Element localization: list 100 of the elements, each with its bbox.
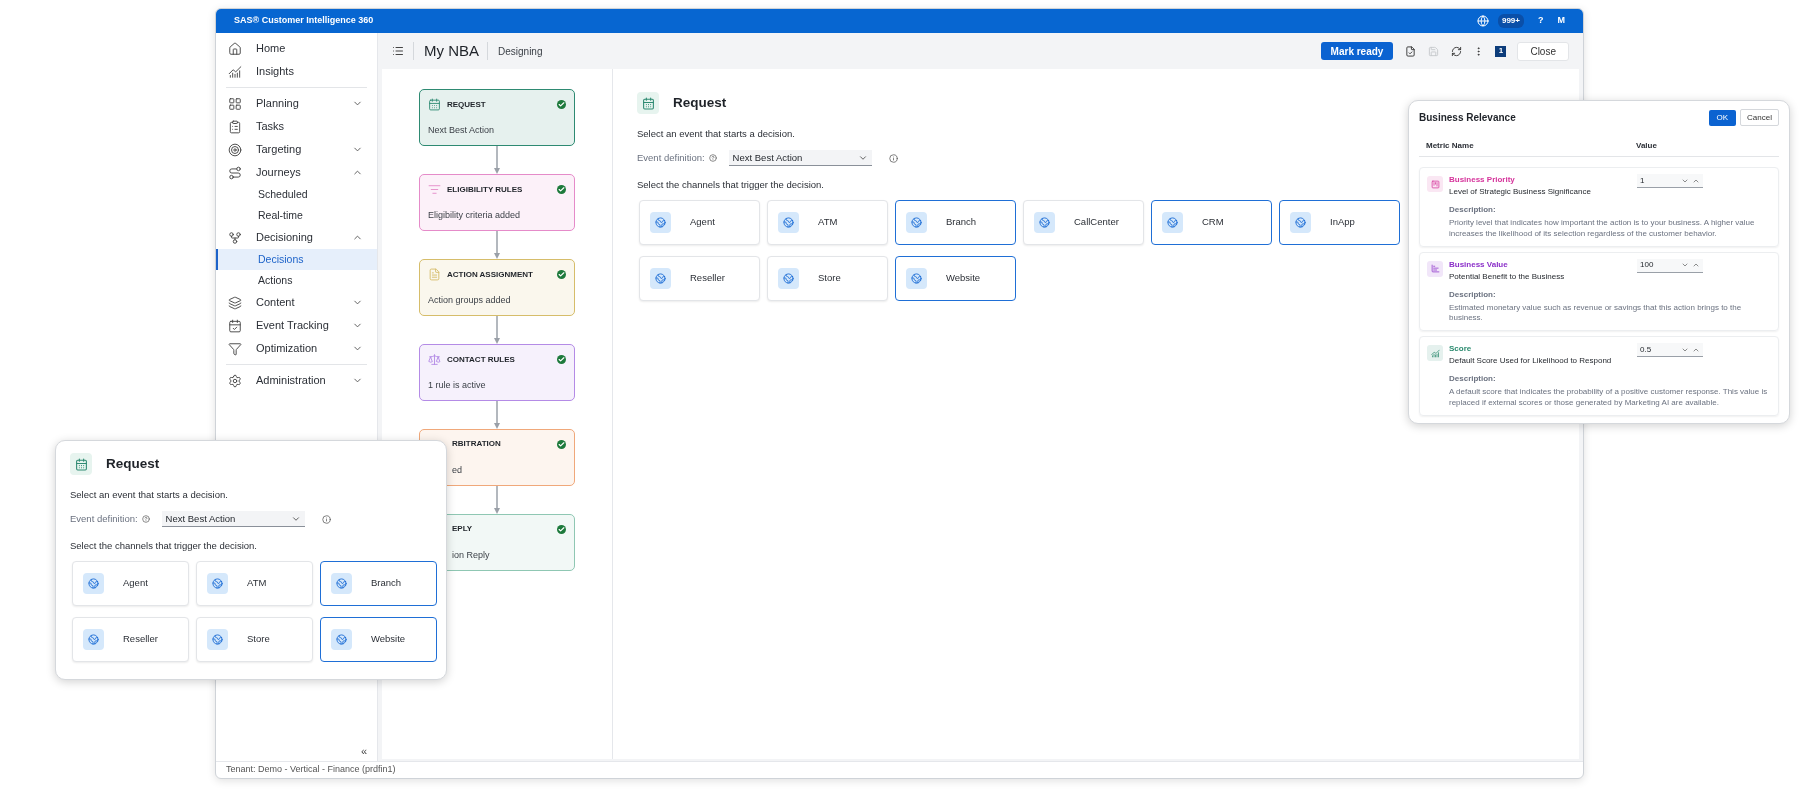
globe-icon [331, 572, 352, 594]
help-link[interactable]: ? [1538, 14, 1544, 28]
column-header: Metric Name [1426, 140, 1475, 152]
count-badge[interactable]: 1 [1495, 45, 1507, 57]
chart-icon [228, 64, 242, 79]
document-icon [428, 268, 441, 281]
sidebar-item[interactable]: Decisioning [216, 226, 377, 249]
event-dropdown[interactable]: Next Best Action [161, 511, 305, 528]
globe-icon[interactable] [1476, 15, 1489, 27]
globe-icon [650, 267, 671, 289]
sidebar-subitem[interactable]: Scheduled [216, 184, 377, 205]
calendar-icon [228, 318, 242, 333]
channel-card[interactable]: Store [196, 616, 313, 662]
globe-icon [207, 572, 228, 594]
sidebar-item[interactable]: Home [216, 37, 377, 60]
sidebar-item[interactable]: Planning [216, 92, 377, 115]
flow-node[interactable]: REQUEST Next Best Action [419, 89, 575, 146]
sidebar-subitem[interactable]: Decisions [216, 249, 377, 270]
channel-card[interactable]: Store [767, 255, 888, 301]
sidebar-item[interactable]: Journeys [216, 161, 377, 184]
sidebar-subitem[interactable]: Real-time [216, 205, 377, 226]
sidebar-subitem[interactable]: Actions [216, 270, 377, 291]
channel-card[interactable]: Reseller [639, 255, 760, 301]
instruction-text: Select an event that starts a decision. [637, 127, 795, 141]
channel-card[interactable]: InApp [1279, 199, 1400, 245]
sidebar-item[interactable]: Administration [216, 369, 377, 392]
page-title: My NBA [424, 40, 479, 61]
description-label: Description: [1449, 204, 1496, 216]
sidebar-item[interactable]: Targeting [216, 138, 377, 161]
calendar-icon [637, 92, 659, 114]
node-subtitle: Action groups added [428, 293, 512, 307]
mark-ready-button[interactable]: Mark ready [1320, 42, 1394, 60]
globe-icon [331, 628, 352, 650]
channel-card[interactable]: ATM [767, 199, 888, 245]
description-label: Description: [1449, 373, 1496, 386]
connector-arrow [493, 401, 501, 429]
node-title: ACTION ASSIGNMENT [447, 268, 534, 281]
info-icon[interactable] [888, 153, 898, 163]
node-subtitle: ed [451, 463, 463, 477]
grid-icon [228, 96, 242, 111]
channel-card[interactable]: Website [320, 616, 437, 662]
value-spinner[interactable]: 100 [1637, 258, 1703, 273]
ok-button[interactable]: OK [1708, 109, 1737, 126]
settings-icon [228, 373, 242, 388]
tenant-text: Tenant: Demo - Vertical - Finance (prdfin1) [226, 763, 396, 777]
flow-node[interactable]: CONTACT RULES 1 rule is active [419, 344, 575, 401]
route-icon [228, 165, 242, 180]
channel-card[interactable]: CRM [1151, 199, 1272, 245]
panel-title: Request [106, 454, 160, 473]
sidebar-item[interactable]: Event Tracking [216, 314, 377, 337]
connector-arrow [493, 146, 501, 174]
info-icon[interactable] [321, 514, 331, 524]
help-icon[interactable] [708, 154, 717, 163]
channel-card[interactable]: ATM [196, 560, 313, 606]
user-menu[interactable]: M [1557, 14, 1565, 28]
globe-icon [906, 211, 927, 233]
metric-category: Business Priority [1449, 174, 1515, 186]
metric-name: Potential Benefit to the Business [1449, 270, 1565, 283]
channel-card[interactable]: Website [895, 255, 1016, 301]
channel-card[interactable]: Agent [639, 199, 760, 245]
channel-card[interactable]: Branch [895, 199, 1016, 245]
cancel-button[interactable]: Cancel [1740, 109, 1779, 126]
channel-card[interactable]: Reseller [72, 616, 189, 662]
close-button[interactable]: Close [1517, 41, 1569, 61]
list-icon[interactable] [392, 45, 404, 57]
channel-card[interactable]: Agent [72, 560, 189, 606]
globe-icon [906, 267, 927, 289]
filter-list-icon [428, 183, 441, 196]
document-check-icon[interactable] [1405, 45, 1417, 57]
value-spinner[interactable]: 0.5 [1637, 343, 1703, 358]
globe-icon [83, 572, 104, 594]
sidebar-item[interactable]: Content [216, 291, 377, 314]
notification-count[interactable]: 999+ [1497, 14, 1524, 28]
globe-icon [1034, 211, 1055, 233]
description-text: A default score that indicates the probability of a positive customer response. This value is replaced if external scores or those generated by Marketing AI are available. [1449, 387, 1769, 409]
description-label: Description: [1449, 288, 1496, 301]
fork-icon [228, 230, 242, 245]
connector-arrow [493, 316, 501, 344]
refresh-icon[interactable] [1451, 45, 1463, 57]
help-icon[interactable] [141, 515, 150, 524]
field-label: Event definition: [70, 512, 138, 527]
chart-icon [1427, 345, 1443, 362]
description-text: Estimated monetary value such as revenue or savings that this action brings to the business. [1449, 302, 1743, 325]
flow-node[interactable]: ACTION ASSIGNMENT Action groups added [419, 259, 575, 316]
flow-node[interactable]: ELIGIBILITY RULES Eligibility criteria added [419, 174, 575, 231]
channel-card[interactable]: CallCenter [1023, 199, 1144, 245]
panel-title: Request [673, 93, 727, 112]
event-dropdown[interactable]: Next Best Action [728, 150, 872, 167]
globe-icon [778, 267, 799, 289]
collapse-button[interactable]: « [360, 742, 367, 759]
node-subtitle: 1 rule is active [428, 378, 487, 392]
document-icon [1427, 176, 1443, 192]
sidebar-item[interactable]: Tasks [216, 115, 377, 138]
sidebar-item[interactable]: Optimization [216, 337, 377, 360]
layers-icon [228, 295, 242, 310]
sidebar-item[interactable]: Insights [216, 60, 377, 83]
value-spinner[interactable]: 1 [1637, 174, 1703, 188]
description-text: Priority level that indicates how important the action is to your business. A higher value increases the likelihood of its selection regardless of the customer behavior. [1449, 218, 1756, 240]
channel-card[interactable]: Branch [320, 560, 437, 606]
calendar-icon [70, 453, 92, 475]
